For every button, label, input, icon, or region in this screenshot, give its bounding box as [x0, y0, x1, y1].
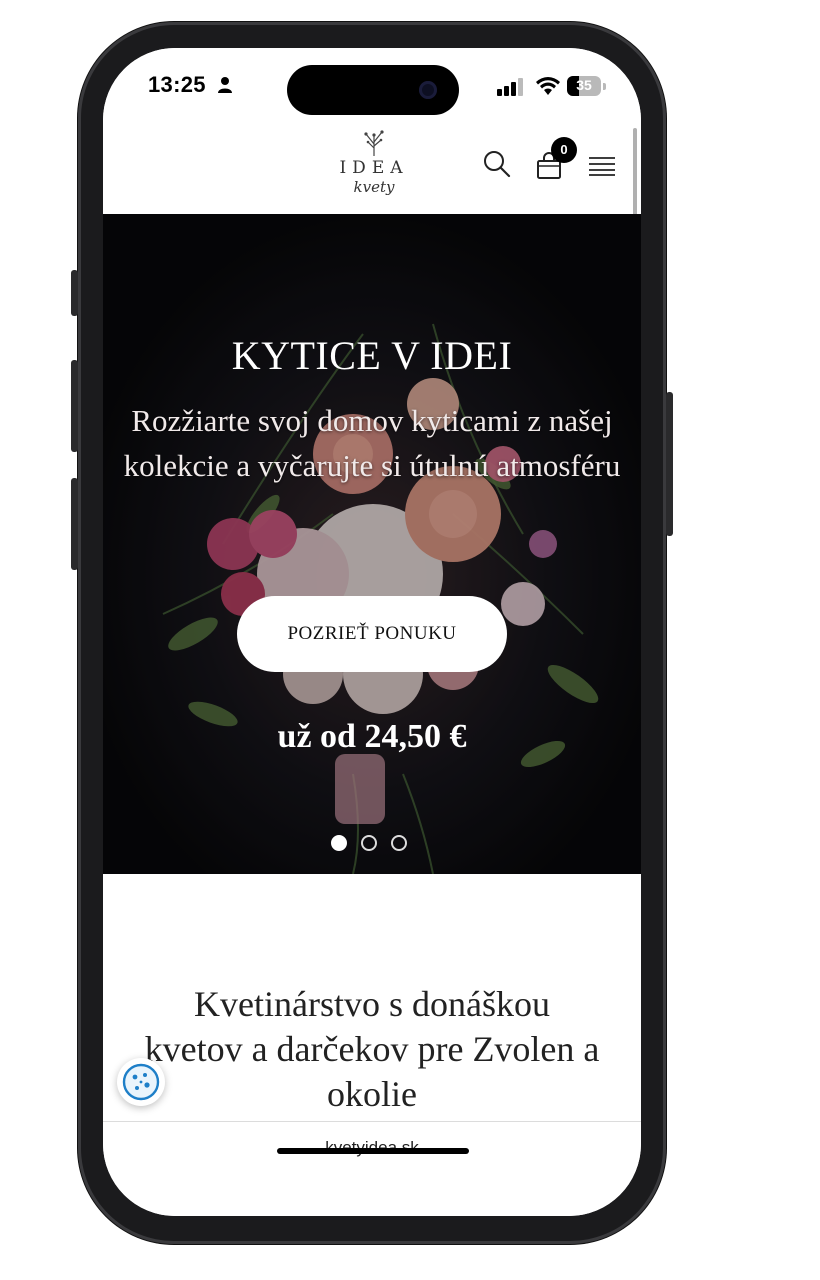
power-button — [666, 392, 673, 536]
menu-icon[interactable] — [588, 156, 616, 176]
slide-dot-3[interactable] — [391, 835, 407, 851]
view-offer-button[interactable]: POZRIEŤ PONUKU — [237, 596, 507, 672]
status-time: 13:25 — [148, 72, 206, 97]
battery-level: 35 — [576, 77, 592, 93]
hero-banner: KYTICE V IDEI Rozžiarte svoj domov kytic… — [103, 214, 641, 874]
volume-down-button — [71, 478, 78, 570]
about-title: Kvetinárstvo s donáškou kvetov a darčeko… — [144, 984, 600, 1114]
wifi-icon — [536, 77, 560, 95]
hero-title: KYTICE V IDEI — [231, 333, 513, 378]
search-icon[interactable] — [483, 150, 511, 178]
cookie-icon — [122, 1063, 160, 1101]
camera-icon — [419, 81, 437, 99]
action-button — [71, 270, 78, 316]
browser-address-bar[interactable]: kvetyidea.sk — [103, 1121, 641, 1216]
battery-icon: 35 — [567, 76, 601, 96]
site-header: IDEA kvety 0 — [103, 126, 641, 214]
slide-dot-2[interactable] — [361, 835, 377, 851]
signal-icon — [497, 78, 523, 96]
screen: 13:25 35 IDEA kvety 0 KYTICE V IDEI Rozž… — [103, 48, 641, 1216]
status-bar: 13:25 35 — [103, 48, 641, 126]
logo-sprig-icon — [364, 130, 384, 156]
bouquet-image — [103, 214, 641, 874]
cart-count-badge: 0 — [551, 137, 577, 163]
person-icon — [218, 77, 232, 93]
hero-price: už od 24,50 € — [277, 718, 467, 755]
hero-subtitle: Rozžiarte svoj domov kyticami z našej ko… — [123, 403, 621, 483]
slide-dot-1[interactable] — [331, 835, 347, 851]
logo-text: IDEA — [339, 158, 409, 178]
logo-script: kvety — [353, 178, 395, 196]
cookie-settings-button[interactable] — [117, 1058, 165, 1106]
volume-up-button — [71, 360, 78, 452]
slider-dots — [331, 835, 421, 855]
home-indicator[interactable] — [277, 1148, 469, 1154]
battery-tip — [603, 83, 606, 90]
logo[interactable]: IDEA kvety — [331, 126, 417, 212]
